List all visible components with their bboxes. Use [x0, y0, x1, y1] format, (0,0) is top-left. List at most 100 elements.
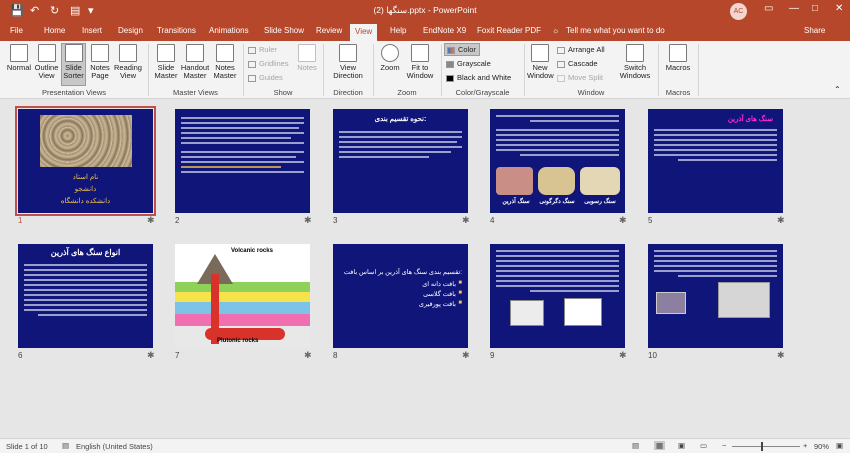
transition-star-icon[interactable]: ✱ [304, 350, 312, 361]
zoom-out-icon[interactable]: − [722, 441, 726, 450]
switch-windows-button[interactable]: Switch Windows [615, 44, 655, 80]
text-line [496, 134, 619, 136]
guides-checkbox[interactable]: Guides [248, 73, 283, 82]
spelling-icon[interactable]: ▤ [62, 441, 69, 450]
macros-button[interactable]: Macros [664, 44, 692, 72]
slide-thumbnail-1[interactable]: نام استاد دانشجو دانشکده دانشگاه [15, 106, 156, 216]
outline-view-button[interactable]: Outline View [33, 44, 60, 80]
transition-star-icon[interactable]: ✱ [619, 215, 627, 226]
text-line [654, 129, 777, 131]
slide-master-button[interactable]: Slide Master [153, 44, 179, 80]
text-line [654, 255, 777, 257]
move-split-button[interactable]: Move Split [557, 73, 603, 82]
new-window-button[interactable]: New Window [527, 44, 554, 80]
notes-master-button[interactable]: Notes Master [212, 44, 238, 80]
slide-thumbnail-10[interactable] [648, 244, 783, 348]
transition-star-icon[interactable]: ✱ [462, 215, 470, 226]
slide-thumbnail-9[interactable] [490, 244, 625, 348]
zoom-slider-thumb[interactable] [761, 442, 764, 451]
handout-master-button[interactable]: Handout Master [180, 44, 210, 80]
notes-page-button[interactable]: Notes Page [88, 44, 112, 80]
tab-slide-show[interactable]: Slide Show [264, 26, 304, 35]
texture-diagram-image [564, 298, 602, 326]
transition-star-icon[interactable]: ✱ [462, 350, 470, 361]
normal-view-icon[interactable]: ▤ [632, 441, 639, 450]
text-line [24, 279, 147, 281]
black-and-white-button[interactable]: Black and White [446, 73, 511, 82]
fit-slide-icon[interactable]: ▣ [836, 441, 843, 450]
slide-subtitle: نام استاد [72, 174, 99, 181]
transition-star-icon[interactable]: ✱ [619, 350, 627, 361]
tab-help[interactable]: Help [390, 26, 406, 35]
view-direction-button[interactable]: View Direction [330, 44, 366, 80]
fit-to-window-button[interactable]: Fit to Window [404, 44, 436, 80]
transition-star-icon[interactable]: ✱ [147, 215, 155, 226]
text-line [181, 156, 296, 158]
slide-sorter-icon[interactable]: ▦ [654, 441, 666, 450]
igneous-rock-image [496, 167, 533, 195]
tab-animations[interactable]: Animations [209, 26, 249, 35]
slide-thumbnail-6[interactable]: انواع سنگ های آذرین [18, 244, 153, 348]
restore-icon[interactable]: □ [812, 3, 818, 14]
text-line [496, 260, 619, 262]
text-line [24, 304, 147, 306]
reading-view-icon[interactable]: ▣ [678, 441, 685, 450]
slide-thumbnail-4[interactable]: سنگ آذرین سنگ دگرگونی سنگ رسوبی [490, 109, 625, 213]
text-line [24, 269, 147, 271]
tab-endnote[interactable]: EndNote X9 [423, 26, 466, 35]
zoom-slider[interactable] [732, 446, 800, 447]
ribbon: Normal Outline View Slide Sorter Notes P… [0, 41, 850, 99]
slide-thumbnail-3[interactable]: نحوه تقسیم بندی: [333, 109, 468, 213]
transition-star-icon[interactable]: ✱ [304, 215, 312, 226]
slide-sorter-button[interactable]: Slide Sorter [61, 43, 86, 86]
group-divider [698, 44, 699, 96]
slide-thumbnail-7[interactable]: Volcanic rocks Plutonic rocks [175, 244, 310, 348]
reading-view-button[interactable]: Reading View [113, 44, 143, 80]
slide-number: 5 [648, 216, 653, 225]
collapse-ribbon-icon[interactable]: ⌃ [834, 85, 841, 94]
color-button[interactable]: Color [444, 43, 480, 56]
tab-transitions[interactable]: Transitions [157, 26, 196, 35]
minimize-icon[interactable]: — [789, 3, 799, 14]
close-icon[interactable]: ✕ [835, 3, 843, 14]
ruler-checkbox[interactable]: Ruler [248, 45, 277, 54]
zoom-in-icon[interactable]: + [803, 441, 807, 450]
ribbon-tabs: File Home Insert Design Transitions Anim… [0, 24, 850, 41]
slide-thumbnail-5[interactable]: سنگ های آذرین [648, 109, 783, 213]
slide-number: 8 [333, 351, 338, 360]
slide-title: سنگ های آذرین [727, 116, 773, 123]
cascade-button[interactable]: Cascade [557, 59, 598, 68]
grayscale-button[interactable]: Grayscale [446, 59, 491, 68]
tab-review[interactable]: Review [316, 26, 342, 35]
zoom-percentage[interactable]: 90% [814, 442, 829, 451]
tab-file[interactable]: File [10, 26, 23, 35]
slide-show-icon[interactable]: ▭ [700, 441, 707, 450]
sedimentary-rock-image [580, 167, 620, 195]
avatar[interactable]: AC [730, 3, 747, 20]
text-line [181, 132, 304, 134]
tab-insert[interactable]: Insert [82, 26, 102, 35]
text-line [496, 280, 619, 282]
tab-design[interactable]: Design [118, 26, 143, 35]
language-indicator[interactable]: English (United States) [76, 442, 153, 451]
slide-thumbnail-8[interactable]: تقسیم بندی سنگ های آذرین بر اساس بافت: ب… [333, 244, 468, 348]
notes-button[interactable]: Notes [294, 44, 320, 72]
slide-thumbnail-2[interactable] [175, 109, 310, 213]
arrange-all-button[interactable]: Arrange All [557, 45, 605, 54]
text-line [339, 146, 462, 148]
transition-star-icon[interactable]: ✱ [777, 350, 785, 361]
tab-view[interactable]: View [350, 24, 378, 41]
ribbon-display-options-icon[interactable]: ▭ [764, 3, 773, 14]
slide-number: 10 [648, 351, 657, 360]
tab-foxit[interactable]: Foxit Reader PDF [477, 26, 541, 35]
slide-number: 9 [490, 351, 495, 360]
transition-star-icon[interactable]: ✱ [777, 215, 785, 226]
transition-star-icon[interactable]: ✱ [147, 350, 155, 361]
tab-home[interactable]: Home [44, 26, 65, 35]
share-button[interactable]: Share [804, 26, 825, 35]
gridlines-checkbox[interactable]: Gridlines [248, 59, 289, 68]
normal-view-button[interactable]: Normal [6, 44, 32, 72]
tell-me-input[interactable]: Tell me what you want to do [566, 26, 665, 35]
group-label-macros: Macros [665, 88, 691, 97]
zoom-button[interactable]: Zoom [378, 44, 402, 72]
